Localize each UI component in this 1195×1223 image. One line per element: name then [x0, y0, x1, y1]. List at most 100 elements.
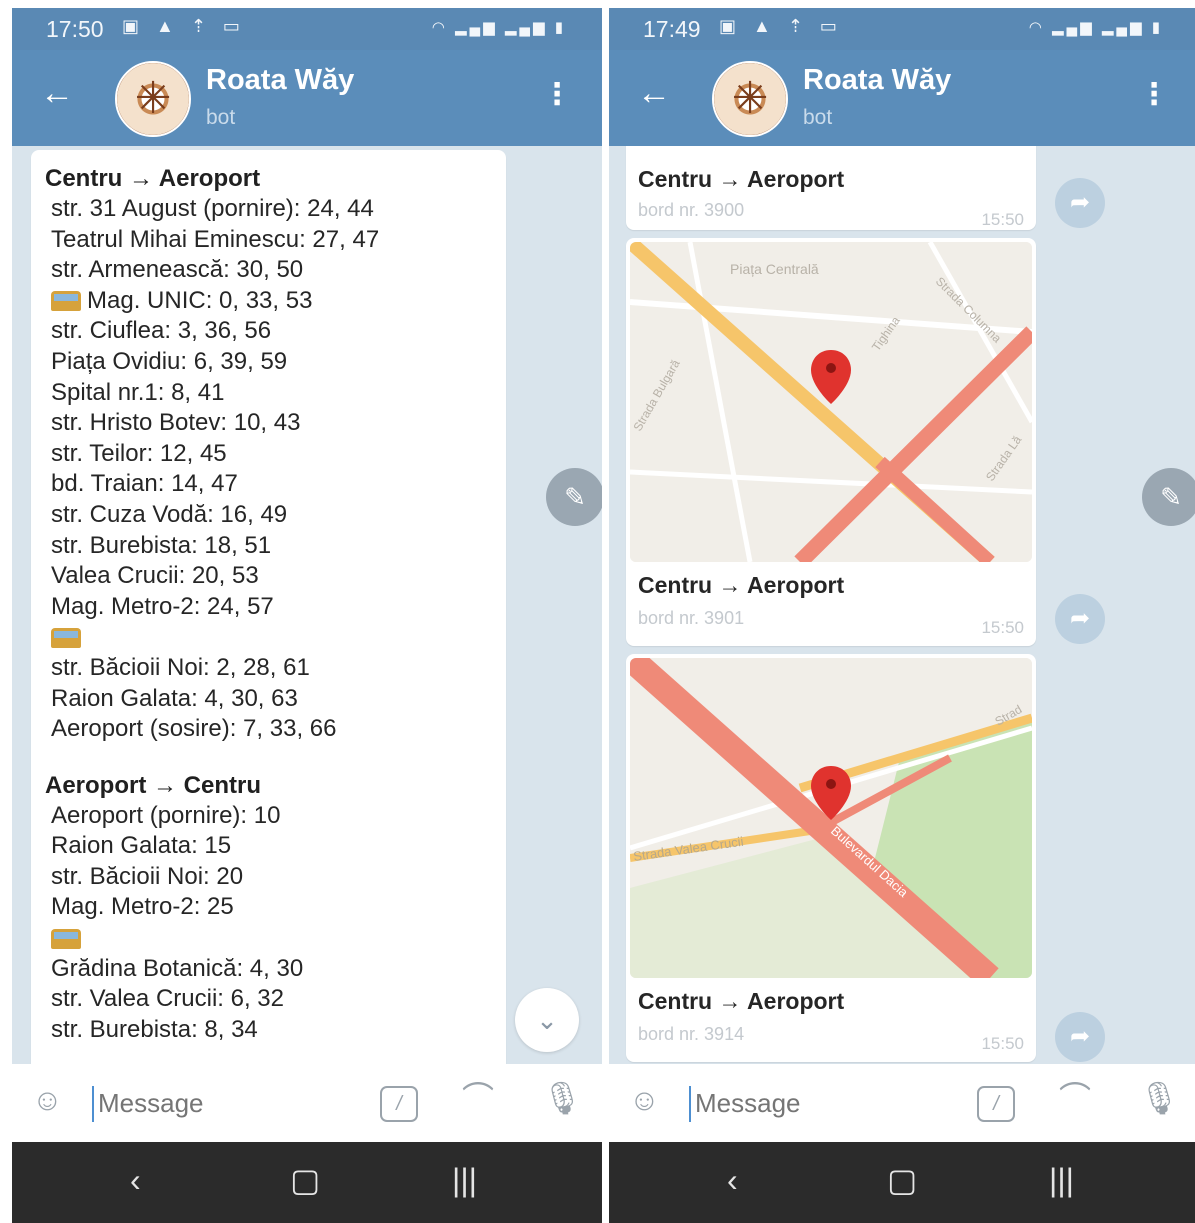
stop-text: Raion Galata: 4, 30, 63: [51, 684, 298, 712]
map-image: Strada Valea Crucii Bulevardul Dacia Str…: [630, 658, 1032, 978]
schedule-message[interactable]: Centru → Aeroport str. 31 August (pornir…: [31, 150, 506, 1064]
signal-battery-icon: ◠ ▂▄▆ ▂▄▆ ▮: [1028, 19, 1163, 36]
stop-line: str. Hristo Botev: 10, 43: [45, 408, 506, 439]
edit-pencil-button[interactable]: ✎: [1142, 468, 1195, 526]
bus-icon: [51, 928, 81, 949]
message-input[interactable]: [693, 1082, 937, 1124]
bus-number: bord nr. 3914: [638, 1024, 745, 1044]
bot-avatar[interactable]: ✳: [115, 61, 191, 137]
chat-header: ← ✳ Roata Wăy bot ⋮: [12, 50, 602, 146]
message-title: Centru → Aeroport: [638, 166, 845, 192]
emoji-icon[interactable]: ☺: [629, 1086, 660, 1116]
home-nav-icon[interactable]: ▢: [887, 1164, 917, 1196]
stop-line: str. Armenească: 30, 50: [45, 255, 506, 286]
stop-line: str. Cuza Vodă: 16, 49: [45, 500, 506, 531]
stop-text: Valea Crucii: 20, 53: [51, 562, 259, 590]
message-input-bar: ☺ / ⌒ 🎙: [12, 1064, 602, 1142]
stop-line: str. Burebista: 8, 34: [45, 1015, 506, 1046]
stop-line: Valea Crucii: 20, 53: [45, 561, 506, 592]
phone-screen-right: 17:49 ▣ ▲ ⇡ ▭ ◠ ▂▄▆ ▂▄▆ ▮ ← ✳ Roata Wăy …: [609, 8, 1195, 1223]
bot-command-icon[interactable]: /: [380, 1086, 418, 1122]
location-message[interactable]: Centru → Aeroport bord nr. 3900 15:50: [626, 146, 1036, 230]
microphone-icon[interactable]: 🎙: [1139, 1082, 1180, 1114]
stop-text: Mag. UNIC: 0, 33, 53: [87, 286, 313, 314]
stop-line: Aeroport (sosire): 7, 33, 66: [45, 714, 506, 745]
bus-icon: [51, 291, 81, 312]
chat-header: ← ✳ Roata Wăy bot ⋮: [609, 50, 1195, 146]
stop-text: str. Valea Crucii: 6, 32: [51, 985, 284, 1013]
chat-title[interactable]: Roata Wăy: [803, 64, 951, 97]
back-arrow-icon[interactable]: ←: [40, 76, 74, 110]
location-message[interactable]: Piața Centrală Strada Columna Strada Bul…: [626, 238, 1036, 646]
stop-text: str. Ciuflea: 3, 36, 56: [51, 317, 272, 345]
microphone-icon[interactable]: 🎙: [542, 1082, 583, 1114]
stop-line: Aeroport (pornire): 10: [45, 801, 506, 832]
status-time: 17:50: [46, 16, 104, 42]
stop-text: Mag. Metro-2: 25: [51, 893, 234, 921]
message-input[interactable]: [96, 1082, 340, 1124]
stop-text: Piața Ovidiu: 6, 39, 59: [51, 347, 288, 375]
stop-text: Mag. Metro-2: 24, 57: [51, 592, 274, 620]
map-preview[interactable]: Strada Valea Crucii Bulevardul Dacia Str…: [630, 658, 1032, 978]
stop-line: Piața Ovidiu: 6, 39, 59: [45, 347, 506, 378]
stop-line: str. Valea Crucii: 6, 32: [45, 984, 506, 1015]
message-title: Centru → Aeroport: [638, 572, 845, 598]
stop-line: [45, 923, 506, 954]
stop-text: str. Burebista: 8, 34: [51, 1015, 258, 1043]
section-title: Aeroport → Centru: [45, 771, 261, 799]
section-title: Centru → Aeroport: [45, 165, 261, 192]
stop-line: Teatrul Mihai Eminescu: 27, 47: [45, 225, 506, 256]
back-arrow-icon[interactable]: ←: [637, 76, 671, 110]
phone-screen-left: 17:50 ▣ ▲ ⇡ ▭ ◠ ▂▄▆ ▂▄▆ ▮ ← ✳ Roata Wăy …: [12, 8, 602, 1223]
notification-icons: ▣ ▲ ⇡ ▭: [122, 16, 246, 36]
stop-text: bd. Traian: 14, 47: [51, 470, 238, 498]
chat-subtitle: bot: [206, 106, 236, 129]
stop-line: Grădina Botanică: 4, 30: [45, 954, 506, 985]
chat-title[interactable]: Roata Wăy: [206, 64, 354, 97]
stop-line: bd. Traian: 14, 47: [45, 469, 506, 500]
stop-text: str. Armenească: 30, 50: [51, 256, 304, 284]
recents-nav-icon[interactable]: |||: [1049, 1164, 1074, 1196]
stop-text: str. 31 August (pornire): 24, 44: [51, 195, 374, 222]
stop-line: str. 31 August (pornire): 24, 44: [45, 194, 506, 225]
signal-battery-icon: ◠ ▂▄▆ ▂▄▆ ▮: [431, 19, 566, 36]
notification-icons: ▣ ▲ ⇡ ▭: [719, 16, 843, 36]
attach-icon[interactable]: ⌒: [462, 1082, 494, 1114]
more-menu-icon[interactable]: ⋮: [542, 80, 572, 110]
message-time: 15:50: [981, 618, 1024, 637]
bus-icon: [51, 627, 81, 648]
stop-line: str. Ciuflea: 3, 36, 56: [45, 316, 506, 347]
status-time: 17:49: [643, 16, 701, 42]
stop-text: Grădina Botanică: 4, 30: [51, 954, 304, 982]
scroll-down-button[interactable]: ⌄: [515, 988, 579, 1052]
stop-text: str. Burebista: 18, 51: [51, 531, 272, 559]
bot-command-icon[interactable]: /: [977, 1086, 1015, 1122]
back-nav-icon[interactable]: ‹: [130, 1164, 141, 1196]
bus-number: bord nr. 3900: [638, 200, 745, 220]
chat-area[interactable]: Centru → Aeroport str. 31 August (pornir…: [12, 146, 602, 1064]
stop-text: str. Cuza Vodă: 16, 49: [51, 500, 288, 528]
more-menu-icon[interactable]: ⋮: [1139, 80, 1169, 110]
back-nav-icon[interactable]: ‹: [727, 1164, 738, 1196]
stop-line: Mag. Metro-2: 25: [45, 892, 506, 923]
home-nav-icon[interactable]: ▢: [290, 1164, 320, 1196]
stop-text: Spital nr.1: 8, 41: [51, 378, 225, 406]
stop-text: Raion Galata: 15: [51, 832, 232, 860]
emoji-icon[interactable]: ☺: [32, 1086, 63, 1116]
location-message[interactable]: Strada Valea Crucii Bulevardul Dacia Str…: [626, 654, 1036, 1062]
stop-text: Aeroport (pornire): 10: [51, 801, 281, 829]
map-preview[interactable]: Piața Centrală Strada Columna Strada Bul…: [630, 242, 1032, 562]
attach-icon[interactable]: ⌒: [1059, 1082, 1091, 1114]
recents-nav-icon[interactable]: |||: [452, 1164, 477, 1196]
wheel-icon: ✳: [134, 74, 172, 123]
status-bar: 17:49 ▣ ▲ ⇡ ▭ ◠ ▂▄▆ ▂▄▆ ▮: [609, 8, 1195, 50]
bot-avatar[interactable]: ✳: [712, 61, 788, 137]
stop-line: Raion Galata: 4, 30, 63: [45, 684, 506, 715]
stop-text: str. Hristo Botev: 10, 43: [51, 409, 301, 437]
message-time: 15:50: [981, 210, 1024, 229]
share-arrow-icon[interactable]: ➦: [1055, 594, 1105, 644]
share-arrow-icon[interactable]: ➦: [1055, 1012, 1105, 1062]
chat-area[interactable]: Centru → Aeroport bord nr. 3900 15:50 ➦ …: [609, 146, 1195, 1064]
edit-pencil-button[interactable]: ✎: [546, 468, 602, 526]
share-arrow-icon[interactable]: ➦: [1055, 178, 1105, 228]
